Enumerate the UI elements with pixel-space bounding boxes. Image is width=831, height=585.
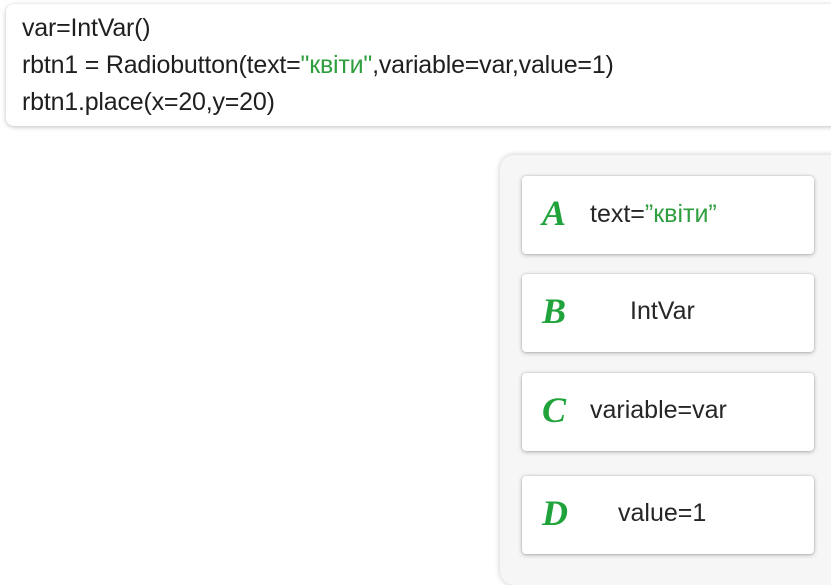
code-line-3: rbtn1.place(x=20,y=20): [22, 88, 275, 116]
code-line-2-prefix: rbtn1 = Radiobutton(text=: [22, 51, 301, 79]
code-snippet-card: var=IntVar() rbtn1 = Radiobutton(text="к…: [6, 4, 831, 126]
option-d[interactable]: D value=1: [522, 476, 814, 554]
option-b-letter: B: [542, 291, 567, 331]
option-d-letter: D: [542, 493, 568, 533]
option-a-text: text=”квіти”: [590, 199, 717, 229]
code-line-1: var=IntVar(): [22, 14, 151, 42]
option-a[interactable]: A text=”квіти”: [522, 176, 814, 254]
code-line-2-suffix: ,variable=var,value=1): [372, 51, 614, 79]
option-a-text-string: ”квіти”: [644, 200, 717, 228]
code-line-2: rbtn1 = Radiobutton(text="квіти",variabl…: [22, 47, 831, 84]
option-a-text-prefix: text=: [590, 200, 645, 228]
option-b-text: IntVar: [630, 297, 695, 325]
option-d-text: value=1: [618, 499, 707, 527]
option-c-letter: C: [542, 390, 567, 430]
option-a-letter: A: [542, 193, 567, 233]
option-c-text: variable=var: [590, 396, 727, 424]
code-string-literal: "квіти": [300, 51, 373, 79]
option-b[interactable]: B IntVar: [522, 274, 814, 352]
option-c[interactable]: C variable=var: [522, 373, 814, 451]
